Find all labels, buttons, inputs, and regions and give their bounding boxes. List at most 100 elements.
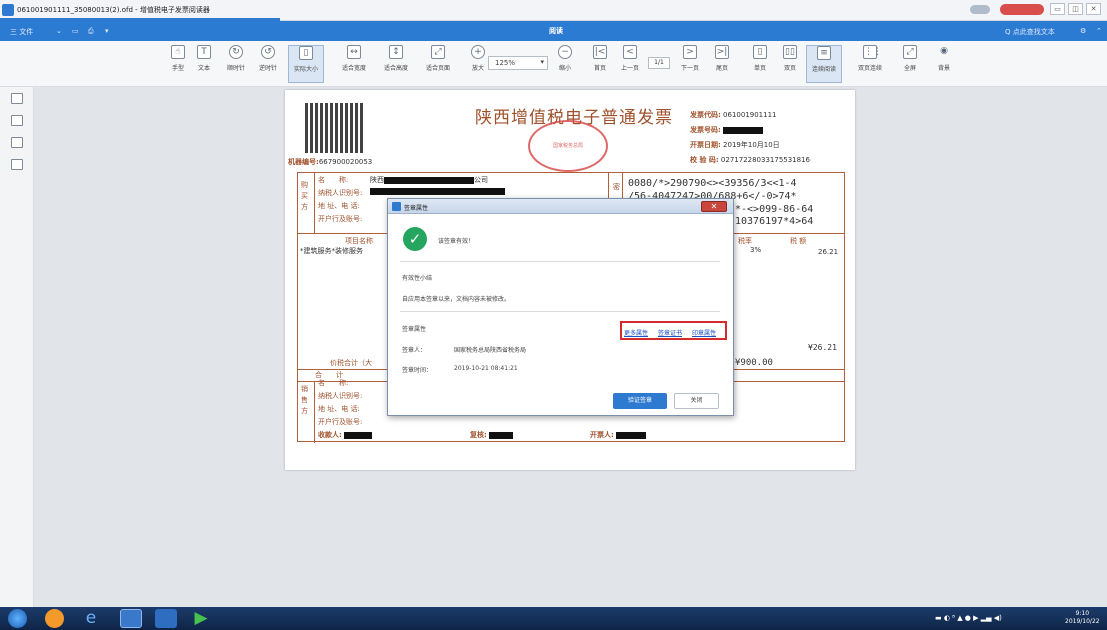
cipher-line: *-<>099-86-64 — [735, 204, 814, 215]
tool-label: 首页 — [593, 65, 606, 72]
fit-width-icon: ↔ — [347, 45, 361, 59]
file-menu[interactable]: 三 文件 — [10, 27, 33, 37]
single-page-icon: ▯ — [753, 45, 767, 59]
stamp-text: 国家税务总局 — [552, 143, 583, 149]
text-tool-button[interactable]: T 文本 — [186, 45, 222, 72]
signature-properties-dialog: 签章属性 ✕ ✓ 该签章有效！ 有效性小结 自应用本签章以来，文档内容未被修改。… — [387, 198, 734, 416]
buyer-name: 陕西 公司 — [370, 175, 488, 185]
last-page-button[interactable]: >| 尾页 — [704, 45, 740, 72]
continuous-icon: ≡ — [817, 46, 831, 60]
prev-page-button[interactable]: < 上一页 — [612, 45, 648, 72]
settings-icon[interactable]: ⚙ — [1080, 27, 1086, 35]
tool-label: 顺时针 — [226, 65, 245, 72]
clock-time: 9:10 — [1075, 610, 1090, 617]
fit-page-button[interactable]: ⤢ 适合页面 — [420, 45, 456, 72]
system-tray: ▬ ◐ ⁸ ▲ ● ▶ ▂▄ ◀) — [935, 614, 1002, 622]
invoice-date: 开票日期: 2019年10月10日 — [690, 140, 780, 150]
image-icon[interactable] — [11, 115, 23, 126]
maximize-button[interactable]: ◫ — [1068, 3, 1083, 15]
item-name: *建筑服务*装修服务 — [300, 247, 363, 255]
buyer-name-prefix: 陕西 — [370, 176, 384, 184]
item-header: 项目名称 — [345, 237, 373, 245]
browser-icon[interactable]: e — [80, 609, 102, 628]
folder-icon[interactable]: ▭ — [72, 27, 79, 35]
clock[interactable]: 9:10 2019/10/22 — [1065, 610, 1100, 626]
payee: 收款人: — [318, 430, 373, 440]
buyer-name-label: 名 称: — [318, 176, 349, 184]
issuer-label: 开票人: — [590, 431, 614, 439]
double-continuous-icon: ⋮⋮ — [863, 45, 882, 59]
zoom-select[interactable]: 125% — [488, 56, 548, 70]
tool-label: 单页 — [753, 65, 766, 72]
tool-label: 逆时针 — [258, 65, 277, 72]
check-code: 校 验 码: 02717228033175531816 — [690, 155, 810, 165]
hand-icon: ☝ — [171, 45, 185, 59]
page-number-field[interactable]: 1/1 — [648, 57, 670, 69]
tax-header: 税 额 — [790, 237, 807, 245]
verify-signature-button[interactable]: 验证签章 — [613, 393, 667, 409]
ofd-icon[interactable] — [120, 609, 142, 628]
cipher-line: 10376197*4>64 — [735, 216, 814, 227]
account-button[interactable] — [1000, 4, 1044, 15]
chevron-down-icon[interactable]: ⌄ — [56, 27, 62, 35]
dialog-close-icon[interactable]: ✕ — [701, 201, 727, 212]
reviewer-label: 复核: — [470, 431, 487, 439]
actual-size-button[interactable]: ▯ 实际大小 — [288, 45, 324, 83]
collapse-icon[interactable]: ⌃ — [1096, 27, 1102, 35]
time-value: 2019-10-21 08:41:21 — [454, 365, 518, 372]
cipher-label: 密 — [613, 183, 620, 191]
double-continuous-button[interactable]: ⋮⋮ 双页连续 — [852, 45, 888, 72]
validity-text: 自应用本签章以来，文档内容未被修改。 — [402, 296, 511, 303]
fit-width-button[interactable]: ↔ 适合宽度 — [336, 45, 372, 72]
fit-height-icon: ↕ — [389, 45, 403, 59]
continuous-read-button[interactable]: ≡ 连续阅读 — [806, 45, 842, 83]
last-page-icon: >| — [715, 45, 729, 59]
close-window-button[interactable]: ✕ — [1086, 3, 1101, 15]
more-properties-link[interactable]: 更多属性 — [624, 328, 648, 337]
menu-bar: 三 文件 ⌄ ▭ ⎙ ▾ 阅读 Q 点此查找文本 ⚙ ⌃ — [0, 21, 1107, 41]
next-page-button[interactable]: > 下一页 — [672, 45, 708, 72]
thumbnail-icon[interactable] — [11, 93, 23, 104]
word-icon[interactable] — [155, 609, 177, 628]
minimize-button[interactable]: ▭ — [1050, 3, 1065, 15]
check-icon: ✓ — [403, 227, 427, 251]
check-value: 02717228033175531816 — [720, 156, 810, 164]
fullscreen-button[interactable]: ⤢ 全屏 — [892, 45, 928, 72]
read-tab[interactable]: 阅读 — [549, 26, 563, 36]
close-button[interactable]: 关闭 — [674, 393, 719, 409]
seller-taxid-label: 纳税人识别号: — [318, 392, 363, 400]
double-page-button[interactable]: ▯▯ 双页 — [772, 45, 808, 72]
start-icon[interactable] — [8, 609, 27, 628]
zoom-out-icon: − — [558, 45, 572, 59]
redacted-bar — [384, 176, 474, 184]
next-page-icon: > — [683, 45, 697, 59]
tool-label: 手型 — [171, 65, 184, 72]
issuer: 开票人: — [590, 430, 647, 440]
fit-page-icon: ⤢ — [431, 45, 445, 59]
outline-icon[interactable] — [11, 137, 23, 148]
zoom-out-button[interactable]: − 缩小 — [547, 45, 583, 72]
seller-bank-label: 开户行及账号: — [318, 418, 363, 426]
rotate-cw-button[interactable]: ↻ 顺时针 — [218, 45, 254, 72]
app-icon[interactable] — [45, 609, 64, 628]
signature-cert-link[interactable]: 签章证书 — [658, 328, 682, 337]
dialog-title: 签章属性 — [404, 205, 429, 212]
tool-label: 放大 — [471, 65, 484, 72]
prev-page-icon: < — [623, 45, 637, 59]
divider — [400, 261, 720, 262]
valid-message: 该签章有效！ — [438, 238, 475, 245]
quick-menu-icon[interactable]: ▾ — [105, 27, 109, 35]
tool-label: 文本 — [197, 65, 210, 72]
fit-height-button[interactable]: ↕ 适合高度 — [378, 45, 414, 72]
media-icon[interactable]: ▶ — [190, 609, 212, 628]
print-icon[interactable]: ⎙ — [88, 27, 94, 36]
account-badge[interactable] — [970, 5, 990, 14]
background-button[interactable]: ◉ 背景 — [926, 45, 962, 72]
search-text-field[interactable]: Q 点此查找文本 — [1005, 27, 1055, 37]
tax-rate: 3% — [750, 246, 762, 254]
address-label: 地 址、电 话: — [318, 202, 360, 210]
annotation-icon[interactable] — [11, 159, 23, 170]
number-label: 发票号码: — [690, 126, 721, 134]
rotate-ccw-button[interactable]: ↺ 逆时针 — [250, 45, 286, 72]
seal-properties-link[interactable]: 印章属性 — [692, 328, 716, 337]
